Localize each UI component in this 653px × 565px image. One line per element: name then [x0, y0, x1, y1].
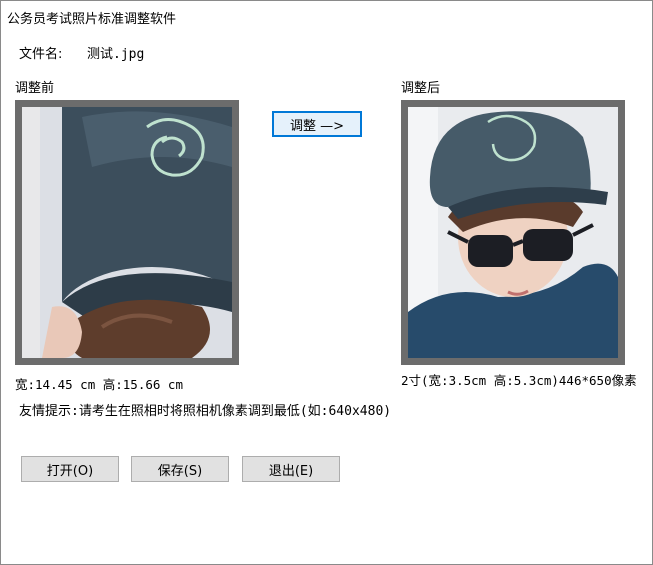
before-size-info: 宽:14.45 cm 高:15.66 cm: [15, 377, 183, 392]
after-image-frame: [401, 100, 625, 365]
after-photo: [408, 107, 618, 358]
open-button[interactable]: 打开(O): [21, 456, 119, 482]
filename-value: 测试.jpg: [87, 47, 145, 62]
window-title: 公务员考试照片标准调整软件: [7, 12, 177, 27]
adjust-button[interactable]: 调整 —>: [272, 111, 362, 137]
save-button[interactable]: 保存(S): [131, 456, 229, 482]
after-size-info: 2寸(宽:3.5cm 高:5.3cm)446*650像素: [401, 373, 637, 388]
tip-text: 友情提示:请考生在照相时将照相机像素调到最低(如:640x480): [19, 404, 392, 419]
before-image-frame: [15, 100, 239, 365]
before-heading: 调整前: [15, 81, 55, 96]
app-window: 公务员考试照片标准调整软件 文件名: 测试.jpg 调整前 调整后 调整 —> …: [0, 0, 653, 565]
after-heading: 调整后: [401, 81, 441, 96]
before-photo: [22, 107, 232, 358]
exit-button[interactable]: 退出(E): [242, 456, 340, 482]
filename-label: 文件名:: [19, 47, 63, 62]
